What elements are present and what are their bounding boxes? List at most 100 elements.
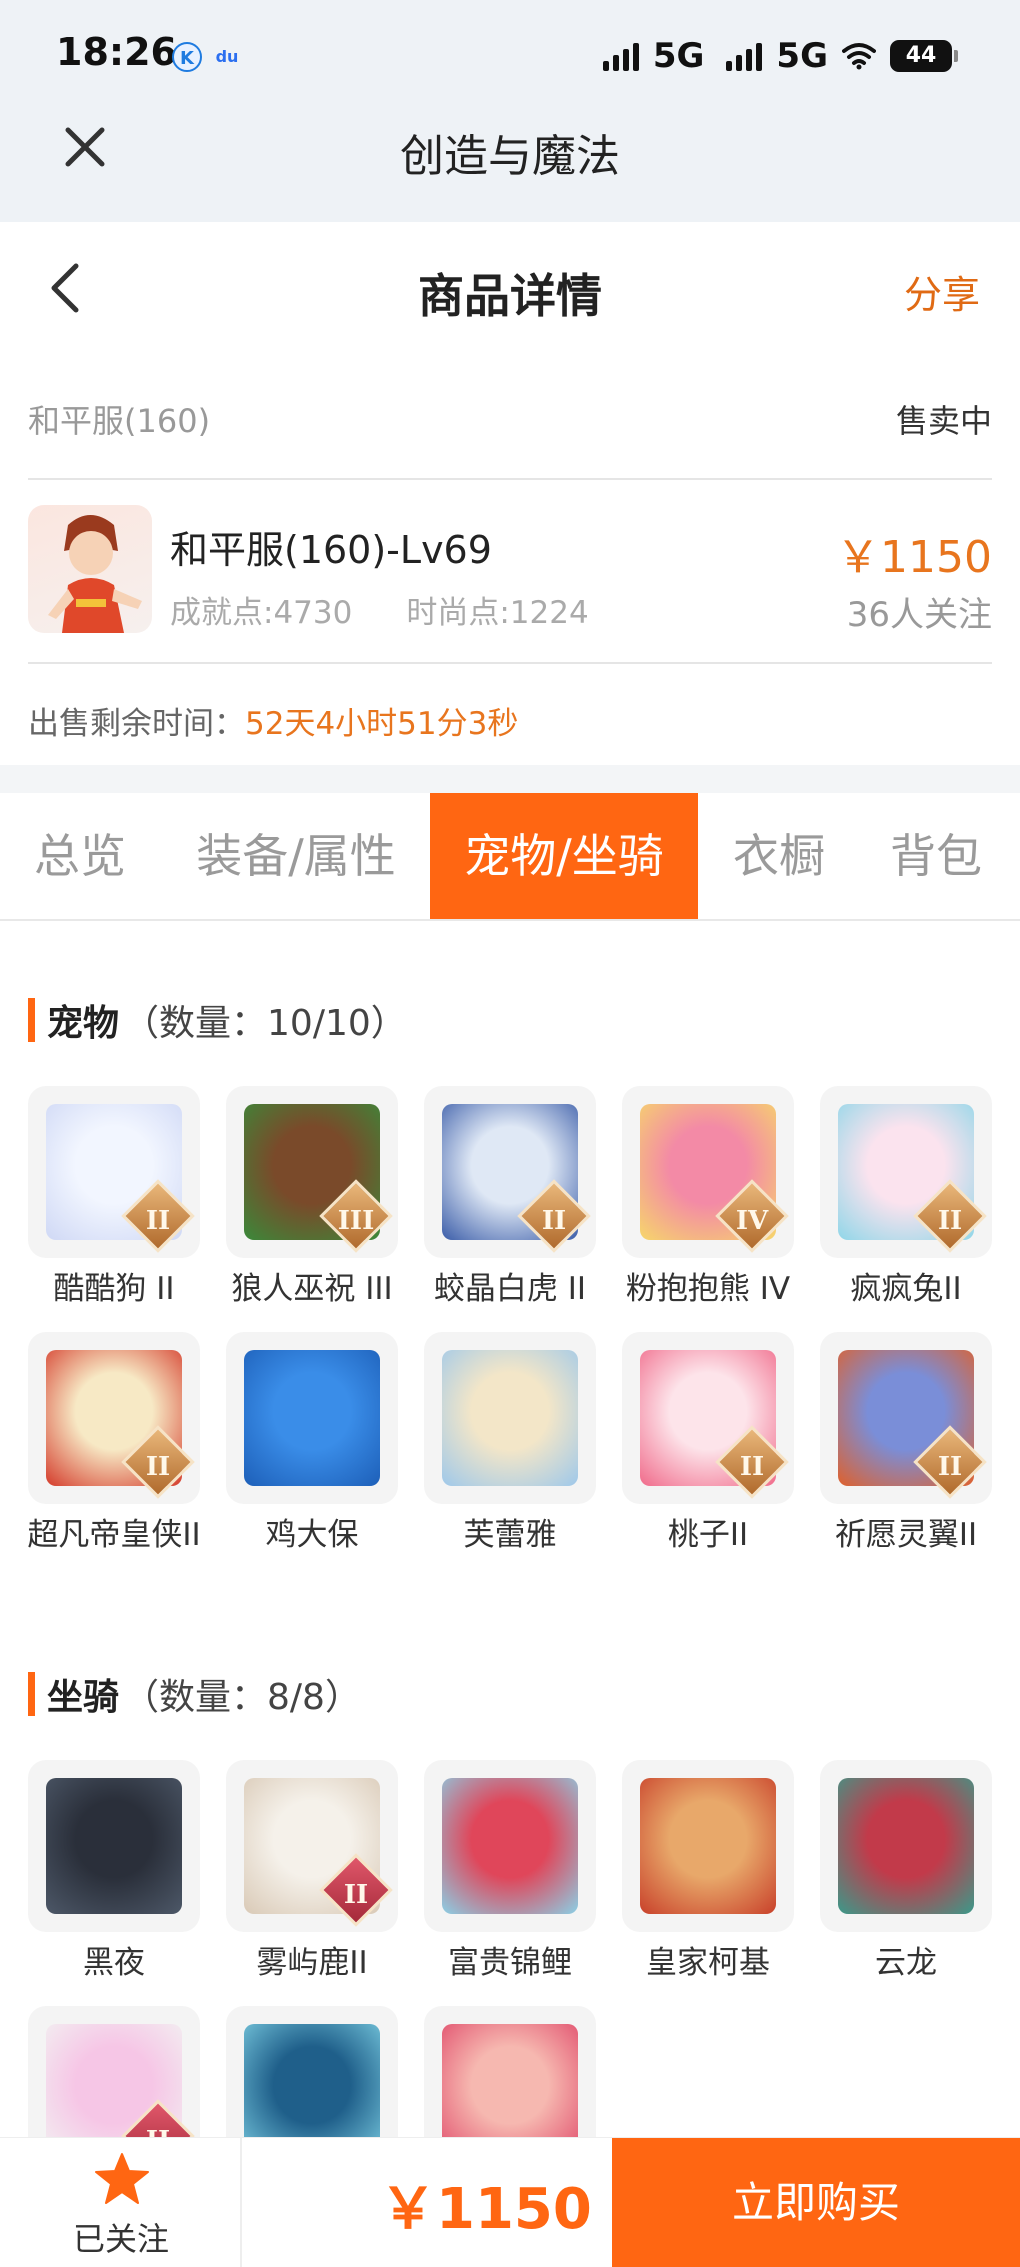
tab-pets-mounts[interactable]: 宠物/坐骑	[430, 793, 698, 919]
item-image	[442, 1778, 578, 1914]
pets-section-title: 宠物	[47, 1003, 120, 1044]
network-label: 5G	[776, 36, 828, 76]
rank-badge-text: II	[343, 1880, 369, 1910]
signal-icon	[726, 41, 763, 71]
grid-item[interactable]: III 狼人巫祝 III	[226, 1086, 398, 1312]
grid-item[interactable]: II 疯疯兔II	[820, 1086, 992, 1312]
item-thumbnail	[622, 1760, 794, 1932]
product-title: 和平服(160)-Lv69	[170, 528, 492, 572]
item-image	[46, 1778, 182, 1914]
grid-item[interactable]: II 超凡帝皇侠II	[27, 1332, 201, 1558]
item-name: 鸡大保	[265, 1517, 359, 1553]
share-button[interactable]: 分享	[904, 264, 980, 319]
item-name: 皇家柯基	[646, 1945, 770, 1981]
rank-badge-text: III	[337, 1206, 375, 1236]
grid-item[interactable]: II 桃子II	[622, 1332, 794, 1558]
section-accent-bar	[28, 1672, 35, 1716]
item-thumbnail: III	[226, 1086, 398, 1258]
item-name: 超凡帝皇侠II	[27, 1517, 201, 1553]
tab-bag[interactable]: 背包	[866, 793, 1006, 919]
pets-count: （数量：10/10）	[123, 1003, 407, 1044]
item-thumbnail: II	[424, 1086, 596, 1258]
grid-item[interactable]: 鸡大保	[226, 1332, 398, 1558]
baidu-app-icon: du	[215, 47, 239, 66]
grid-item[interactable]: II 蛟晶白虎 II	[424, 1086, 596, 1312]
network-label: 5G	[652, 36, 705, 76]
grid-item[interactable]: 云龙	[820, 1760, 992, 1986]
section-gap	[0, 765, 1020, 793]
grid-item[interactable]: IV 粉抱抱熊 IV	[622, 1086, 794, 1312]
signal-icon	[602, 41, 639, 71]
bottom-action-bar: 已关注 ￥1150 立即购买	[0, 2137, 1020, 2267]
follow-button[interactable]: 已关注	[0, 2138, 242, 2267]
item-image	[640, 1778, 776, 1914]
rank-badge-text: II	[145, 1452, 171, 1482]
grid-item[interactable]: II 雾屿鹿II	[226, 1760, 398, 1986]
item-thumbnail: II	[622, 1332, 794, 1504]
item-thumbnail: II	[820, 1086, 992, 1258]
item-name: 云龙	[875, 1945, 937, 1981]
achievement-points: 成就点:4730	[170, 595, 353, 631]
character-avatar	[28, 505, 152, 633]
item-name: 酷酷狗 II	[53, 1271, 175, 1307]
star-icon	[95, 2153, 149, 2204]
grid-item[interactable]: 黑夜	[28, 1760, 200, 1986]
item-name: 疯疯兔II	[850, 1271, 962, 1307]
pets-section-header: 宠物 （数量：10/10）	[28, 996, 407, 1044]
item-thumbnail: IV	[622, 1086, 794, 1258]
status-indicators: 5G 5G 44	[602, 36, 958, 76]
tab-wardrobe[interactable]: 衣橱	[712, 793, 846, 919]
item-name: 黑夜	[83, 1945, 145, 1981]
rank-badge-text: IV	[735, 1206, 769, 1236]
product-card[interactable]: 和平服(160)-Lv69 成就点:4730 时尚点:1224 ￥1150 36人…	[28, 505, 992, 635]
page-title: 商品详情	[418, 269, 602, 323]
item-thumbnail	[28, 1760, 200, 1932]
divider	[28, 662, 992, 664]
tab-equipment[interactable]: 装备/属性	[172, 793, 420, 919]
item-name: 粉抱抱熊 IV	[625, 1271, 791, 1307]
item-thumbnail	[424, 1760, 596, 1932]
fashion-points: 时尚点:1224	[406, 595, 589, 631]
product-price: ￥1150	[836, 532, 992, 583]
server-row: 和平服(160) 售卖中	[28, 388, 992, 448]
bottom-price: ￥1150	[380, 2177, 592, 2242]
product-stats: 成就点:4730 时尚点:1224	[170, 587, 589, 632]
item-thumbnail: II	[820, 1332, 992, 1504]
nav-bar: 商品详情 分享	[0, 222, 1020, 354]
item-thumbnail	[820, 1760, 992, 1932]
item-thumbnail: II	[28, 1086, 200, 1258]
item-thumbnail: II	[28, 1332, 200, 1504]
sale-status: 售卖中	[895, 402, 992, 440]
server-name: 和平服(160)	[28, 402, 211, 440]
grid-item[interactable]: 富贵锦鲤	[424, 1760, 596, 1986]
rank-badge-text: II	[145, 1206, 171, 1236]
item-name: 芙蕾雅	[463, 1517, 557, 1553]
rank-badge-text: II	[541, 1206, 567, 1236]
item-image	[838, 1778, 974, 1914]
item-image	[244, 1350, 380, 1486]
grid-item[interactable]: 皇家柯基	[622, 1760, 794, 1986]
wifi-icon	[842, 43, 876, 70]
grid-item[interactable]: II 祈愿灵翼II	[820, 1332, 992, 1558]
mounts-section-title: 坐骑	[47, 1677, 120, 1718]
follow-label: 已关注	[72, 2220, 169, 2258]
grid-item[interactable]: II 酷酷狗 II	[28, 1086, 200, 1312]
item-name: 雾屿鹿II	[256, 1945, 368, 1981]
follower-count: 36人关注	[846, 595, 992, 635]
item-name: 富贵锦鲤	[448, 1945, 572, 1981]
battery-level: 44	[890, 40, 952, 72]
buy-now-button[interactable]: 立即购买	[612, 2138, 1020, 2267]
status-bar: 18:26 K du 5G 5G 44	[0, 0, 1020, 112]
mounts-section-header: 坐骑 （数量：8/8）	[28, 1670, 361, 1718]
status-time: 18:26	[56, 30, 177, 74]
tab-overview[interactable]: 总览	[0, 793, 160, 919]
rank-badge-text: II	[937, 1206, 963, 1236]
webview-title: 创造与魔法	[400, 131, 620, 182]
item-name: 祈愿灵翼II	[834, 1517, 978, 1553]
grid-item[interactable]: 芙蕾雅	[424, 1332, 596, 1558]
item-name: 狼人巫祝 III	[231, 1271, 393, 1307]
remaining-time-value: 52天4小时51分3秒	[245, 706, 519, 742]
section-accent-bar	[28, 998, 35, 1042]
rank-badge-text: II	[739, 1452, 765, 1482]
divider	[28, 478, 992, 480]
